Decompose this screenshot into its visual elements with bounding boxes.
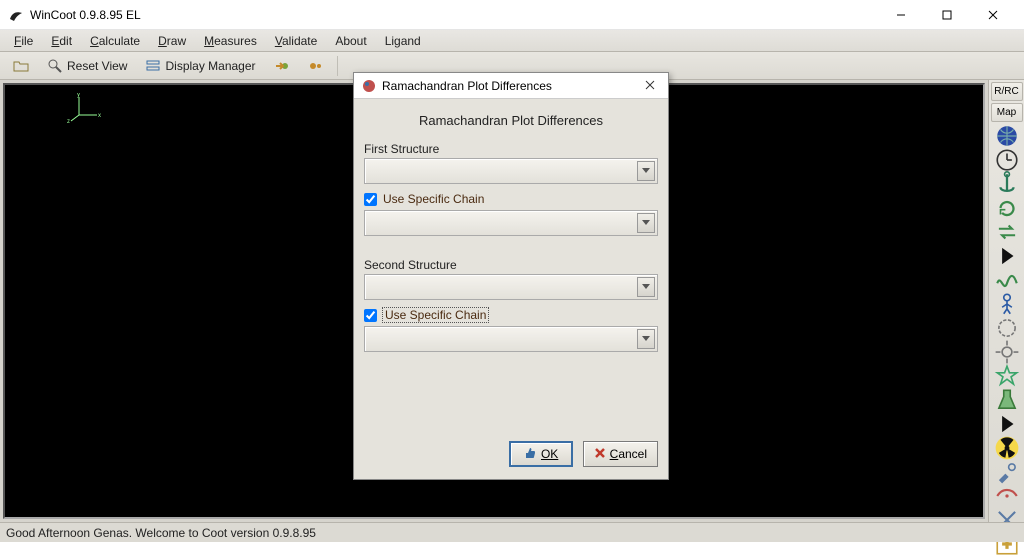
dialog-heading: Ramachandran Plot Differences: [364, 113, 658, 128]
cancel-button[interactable]: Cancel: [583, 441, 658, 467]
chevron-down-icon: [637, 329, 655, 349]
menu-ligand[interactable]: Ligand: [377, 32, 429, 50]
first-structure-combo[interactable]: [364, 158, 658, 184]
flask-icon[interactable]: [994, 389, 1020, 411]
close-button[interactable]: [970, 0, 1016, 30]
svg-text:y: y: [77, 93, 80, 98]
anchor-icon[interactable]: [994, 173, 1020, 195]
arrow-circle-icon: [274, 58, 290, 74]
first-chain-checkbox-row[interactable]: Use Specific Chain: [364, 192, 658, 206]
clock-icon[interactable]: [994, 149, 1020, 171]
dialog-body: Ramachandran Plot Differences First Stru…: [354, 99, 668, 433]
menu-about[interactable]: About: [327, 32, 374, 50]
window-titlebar: WinCoot 0.9.8.95 EL: [0, 0, 1024, 30]
toolbar-separator: [337, 56, 338, 76]
statusbar: Good Afternoon Genas. Welcome to Coot ve…: [0, 522, 1024, 542]
reset-view-label: Reset View: [67, 59, 127, 73]
menu-edit[interactable]: Edit: [43, 32, 80, 50]
folder-open-icon: [13, 58, 29, 74]
second-chain-checkbox-row[interactable]: Use Specific Chain: [364, 308, 658, 322]
menu-measures[interactable]: Measures: [196, 32, 265, 50]
ramachandran-dialog: Ramachandran Plot Differences Ramachandr…: [353, 72, 669, 480]
map-button[interactable]: Map: [991, 103, 1023, 122]
maximize-button[interactable]: [924, 0, 970, 30]
menubar: File Edit Calculate Draw Measures Valida…: [0, 30, 1024, 52]
thumbs-up-icon: [523, 446, 537, 463]
wave-icon[interactable]: [994, 269, 1020, 291]
side-toolbar: R/RC Map: [988, 80, 1024, 522]
play-icon[interactable]: [994, 245, 1020, 267]
rrc-button[interactable]: R/RC: [991, 82, 1023, 101]
app-icon: [8, 7, 24, 23]
spin-icon[interactable]: [994, 317, 1020, 339]
menu-validate[interactable]: Validate: [267, 32, 326, 50]
cancel-label-rest: ancel: [618, 447, 647, 461]
display-manager-label: Display Manager: [165, 59, 255, 73]
second-chain-checkbox[interactable]: [364, 309, 377, 322]
dialog-close-button[interactable]: [640, 79, 660, 93]
swap-icon[interactable]: [994, 221, 1020, 243]
window-controls: [878, 0, 1016, 30]
magnifier-icon: [47, 58, 63, 74]
tool-icon-2[interactable]: [994, 485, 1020, 507]
menu-file[interactable]: File: [6, 32, 41, 50]
chevron-down-icon: [637, 161, 655, 181]
refresh-icon[interactable]: [994, 197, 1020, 219]
ok-label: OK: [541, 447, 558, 461]
radiation-icon[interactable]: [994, 437, 1020, 459]
window-title: WinCoot 0.9.8.95 EL: [30, 8, 878, 22]
svg-text:z: z: [67, 119, 70, 123]
tool-icon-1[interactable]: [994, 461, 1020, 483]
cancel-icon: [594, 447, 606, 462]
first-chain-combo[interactable]: [364, 210, 658, 236]
second-structure-label: Second Structure: [364, 258, 658, 272]
menu-calculate[interactable]: Calculate: [82, 32, 148, 50]
display-manager-icon: [145, 58, 161, 74]
reset-view-button[interactable]: Reset View: [40, 55, 134, 77]
first-chain-checkbox[interactable]: [364, 193, 377, 206]
chevron-down-icon: [637, 277, 655, 297]
second-chain-combo[interactable]: [364, 326, 658, 352]
toolbar-action-1[interactable]: [267, 55, 297, 77]
dialog-titlebar[interactable]: Ramachandran Plot Differences: [354, 73, 668, 99]
dialog-buttons: OK Cancel: [354, 433, 668, 479]
axis-gizmo: y x z: [67, 93, 107, 123]
open-button[interactable]: [6, 55, 36, 77]
chevron-down-icon: [637, 213, 655, 233]
svg-text:x: x: [98, 113, 101, 119]
first-chain-label: Use Specific Chain: [383, 192, 484, 206]
person-icon[interactable]: [994, 293, 1020, 315]
molecule-icon: [308, 58, 324, 74]
globe-icon[interactable]: [994, 125, 1020, 147]
gear-alt-icon[interactable]: [994, 341, 1020, 363]
dialog-title: Ramachandran Plot Differences: [382, 79, 640, 93]
display-manager-button[interactable]: Display Manager: [138, 55, 262, 77]
second-chain-label: Use Specific Chain: [383, 308, 488, 322]
star-icon[interactable]: [994, 365, 1020, 387]
second-structure-combo[interactable]: [364, 274, 658, 300]
menu-draw[interactable]: Draw: [150, 32, 194, 50]
first-structure-label: First Structure: [364, 142, 658, 156]
ok-button[interactable]: OK: [509, 441, 573, 467]
dialog-icon: [362, 79, 376, 93]
toolbar-action-2[interactable]: [301, 55, 331, 77]
status-text: Good Afternoon Genas. Welcome to Coot ve…: [6, 526, 316, 540]
minimize-button[interactable]: [878, 0, 924, 30]
play-alt-icon[interactable]: [994, 413, 1020, 435]
